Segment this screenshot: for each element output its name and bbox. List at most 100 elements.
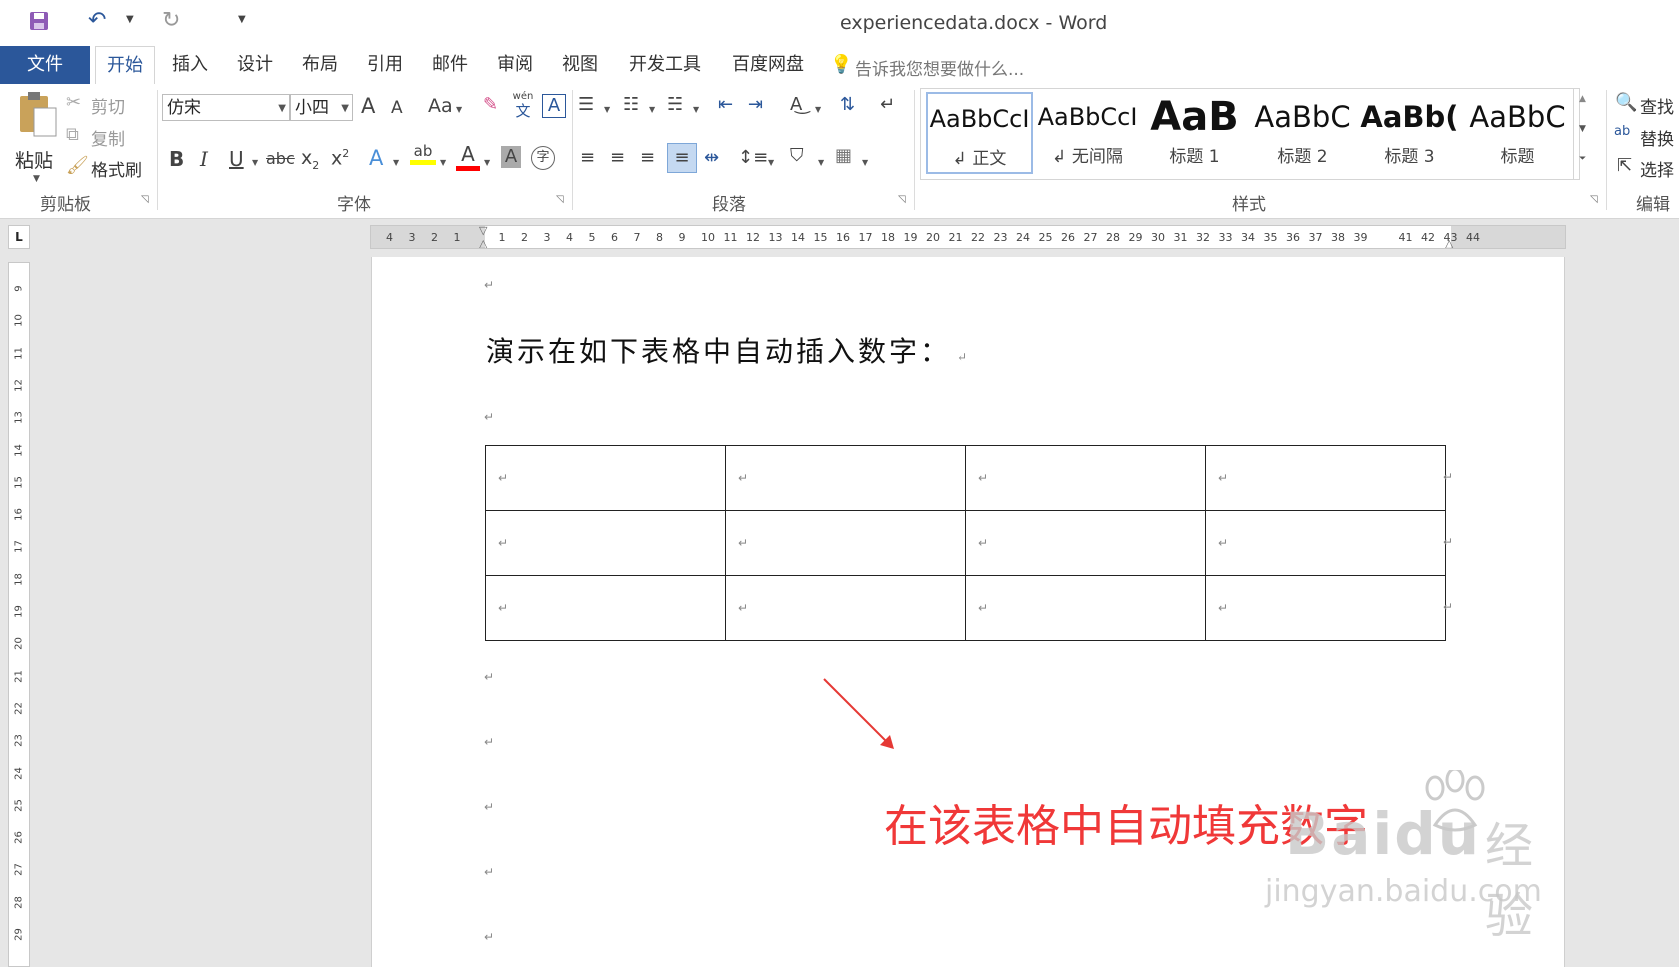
shrink-font-icon[interactable]: A [391,98,403,118]
character-shading-icon[interactable]: A [501,146,521,168]
text-effects-dropdown-icon[interactable]: ▼ [393,158,399,167]
align-left-icon[interactable]: ≡ [580,147,595,168]
tab-layout[interactable]: 布局 [293,46,347,84]
justify-icon[interactable]: ≡ [667,143,697,173]
horizontal-ruler[interactable]: 4 3 2 1 1 2 3 4 5 6 7 8 9 10 11 12 13 14 15 16 17 18 19 20 21 22 2… [370,225,1566,249]
redo-icon[interactable]: ↻ [162,8,180,33]
style-heading-2[interactable]: AaBbC 标题 2 [1249,92,1356,174]
enclose-characters-icon[interactable]: 字 [531,146,555,170]
font-name-combo[interactable]: 仿宋 ▼ [162,94,290,121]
customize-quick-access-icon[interactable]: ▼ [238,14,246,25]
format-painter-button[interactable]: 格式刷 [91,156,142,181]
tab-view[interactable]: 视图 [553,46,607,84]
table-cell[interactable]: ↵ [485,445,726,511]
clear-formatting-icon[interactable]: ✎ [483,94,498,115]
table-cell[interactable]: ↵ [965,575,1206,641]
tab-references[interactable]: 引用 [358,46,412,84]
undo-icon[interactable]: ↶ [88,8,106,33]
table-cell[interactable]: ↵ [725,575,966,641]
font-size-combo[interactable]: 小四 ▼ [290,94,353,121]
styles-scroll-down-icon[interactable]: ▼ [1579,124,1586,134]
font-color-dropdown-icon[interactable]: ▼ [484,158,490,167]
multilevel-dropdown-icon[interactable]: ▼ [693,105,699,114]
styles-launcher-icon[interactable]: ◹ [1590,194,1598,205]
paragraph-launcher-icon[interactable]: ◹ [898,194,906,205]
tab-design[interactable]: 设计 [228,46,282,84]
tab-developer[interactable]: 开发工具 [620,46,710,84]
show-marks-icon[interactable]: ↵ [880,94,895,115]
distributed-icon[interactable]: ⇹ [704,147,719,168]
font-color-icon[interactable]: A [456,142,480,171]
table-cell[interactable]: ↵ [1205,445,1446,511]
strikethrough-icon[interactable]: abc [266,149,295,168]
first-line-indent-marker[interactable]: ▽ [479,226,487,237]
tab-baidu-netdisk[interactable]: 百度网盘 [723,46,813,84]
style-no-spacing[interactable]: AaBbCcI ↲ 无间隔 [1034,92,1141,174]
paste-button[interactable]: 粘贴 ▼ [10,90,70,184]
styles-more-icon[interactable]: ⏷ [1579,154,1586,164]
left-indent-marker[interactable]: △ [479,237,487,248]
text-effects-icon[interactable]: A [369,146,383,170]
table-cell[interactable]: ↵ [725,445,966,511]
table-cell[interactable]: ↵ [1205,575,1446,641]
decrease-indent-icon[interactable]: ⇤ [718,94,733,115]
style-heading-1[interactable]: AaB 标题 1 [1141,92,1248,174]
document-table[interactable]: ↵ ↵ ↵ ↵ ↵ ↵ ↵ ↵ ↵ ↵ ↵ ↵ [485,445,1446,641]
select-button[interactable]: 选择 [1640,156,1674,181]
right-indent-marker[interactable]: △ [1445,237,1453,248]
underline-dropdown-icon[interactable]: ▼ [252,158,258,167]
table-cell[interactable]: ↵ [1205,510,1446,576]
cut-button[interactable]: 剪切 [91,93,125,118]
table-cell[interactable]: ↵ [965,445,1206,511]
multilevel-list-icon[interactable]: ☵ [667,94,683,115]
numbering-icon[interactable]: ☷ [623,94,639,115]
line-spacing-dropdown-icon[interactable]: ▼ [768,158,774,167]
tell-me-input[interactable]: 告诉我您想要做什么... [855,55,1024,80]
tab-selector[interactable]: L [8,225,30,249]
increase-indent-icon[interactable]: ⇥ [748,94,763,115]
table-cell[interactable]: ↵ [725,510,966,576]
table-cell[interactable]: ↵ [485,510,726,576]
line-spacing-icon[interactable]: ↕≡ [738,147,768,168]
highlight-color-icon[interactable]: ab [410,142,436,165]
phonetic-guide-icon[interactable]: wén 文 [512,88,534,119]
copy-button[interactable]: 复制 [91,125,125,150]
sort-icon[interactable]: ⇅ [840,94,855,115]
style-heading-3[interactable]: AaBb( 标题 3 [1356,92,1463,174]
borders-dropdown-icon[interactable]: ▼ [862,158,868,167]
grow-font-icon[interactable]: A [361,94,375,118]
subscript-icon[interactable]: x2 [301,147,319,172]
character-border-icon[interactable]: A [542,94,566,118]
align-right-icon[interactable]: ≡ [640,147,655,168]
styles-scroll-up-icon[interactable]: ▲ [1579,94,1586,104]
borders-icon[interactable]: ▦ [835,145,852,166]
superscript-icon[interactable]: x2 [331,147,349,169]
change-case-icon[interactable]: Aa [428,95,453,117]
style-normal[interactable]: AaBbCcI ↲ 正文 [926,92,1033,174]
tab-insert[interactable]: 插入 [163,46,217,84]
align-center-icon[interactable]: ≡ [610,147,625,168]
shading-icon[interactable]: ⛉ [790,145,804,166]
replace-button[interactable]: 替换 [1640,125,1674,150]
clipboard-launcher-icon[interactable]: ◹ [141,194,149,205]
bullets-dropdown-icon[interactable]: ▼ [604,105,610,114]
find-button[interactable]: 查找 [1640,93,1674,118]
undo-dropdown-icon[interactable]: ▼ [126,14,134,25]
highlight-dropdown-icon[interactable]: ▼ [440,158,446,167]
tab-file[interactable]: 文件 [0,46,90,84]
save-icon[interactable] [28,10,50,32]
tab-mailings[interactable]: 邮件 [423,46,477,84]
chinese-layout-dropdown-icon[interactable]: ▼ [815,105,821,114]
font-launcher-icon[interactable]: ◹ [556,194,564,205]
bullets-icon[interactable]: ☰ [578,94,594,115]
bold-icon[interactable]: B [169,147,184,171]
tab-review[interactable]: 审阅 [488,46,542,84]
style-title[interactable]: AaBbC 标题 [1464,92,1571,174]
shading-dropdown-icon[interactable]: ▼ [818,158,824,167]
change-case-dropdown-icon[interactable]: ▼ [456,105,462,114]
document-heading[interactable]: 演示在如下表格中自动插入数字： ↵ [486,330,970,370]
numbering-dropdown-icon[interactable]: ▼ [649,105,655,114]
underline-icon[interactable]: U [229,147,244,171]
table-cell[interactable]: ↵ [965,510,1206,576]
italic-icon[interactable]: I [200,147,208,171]
